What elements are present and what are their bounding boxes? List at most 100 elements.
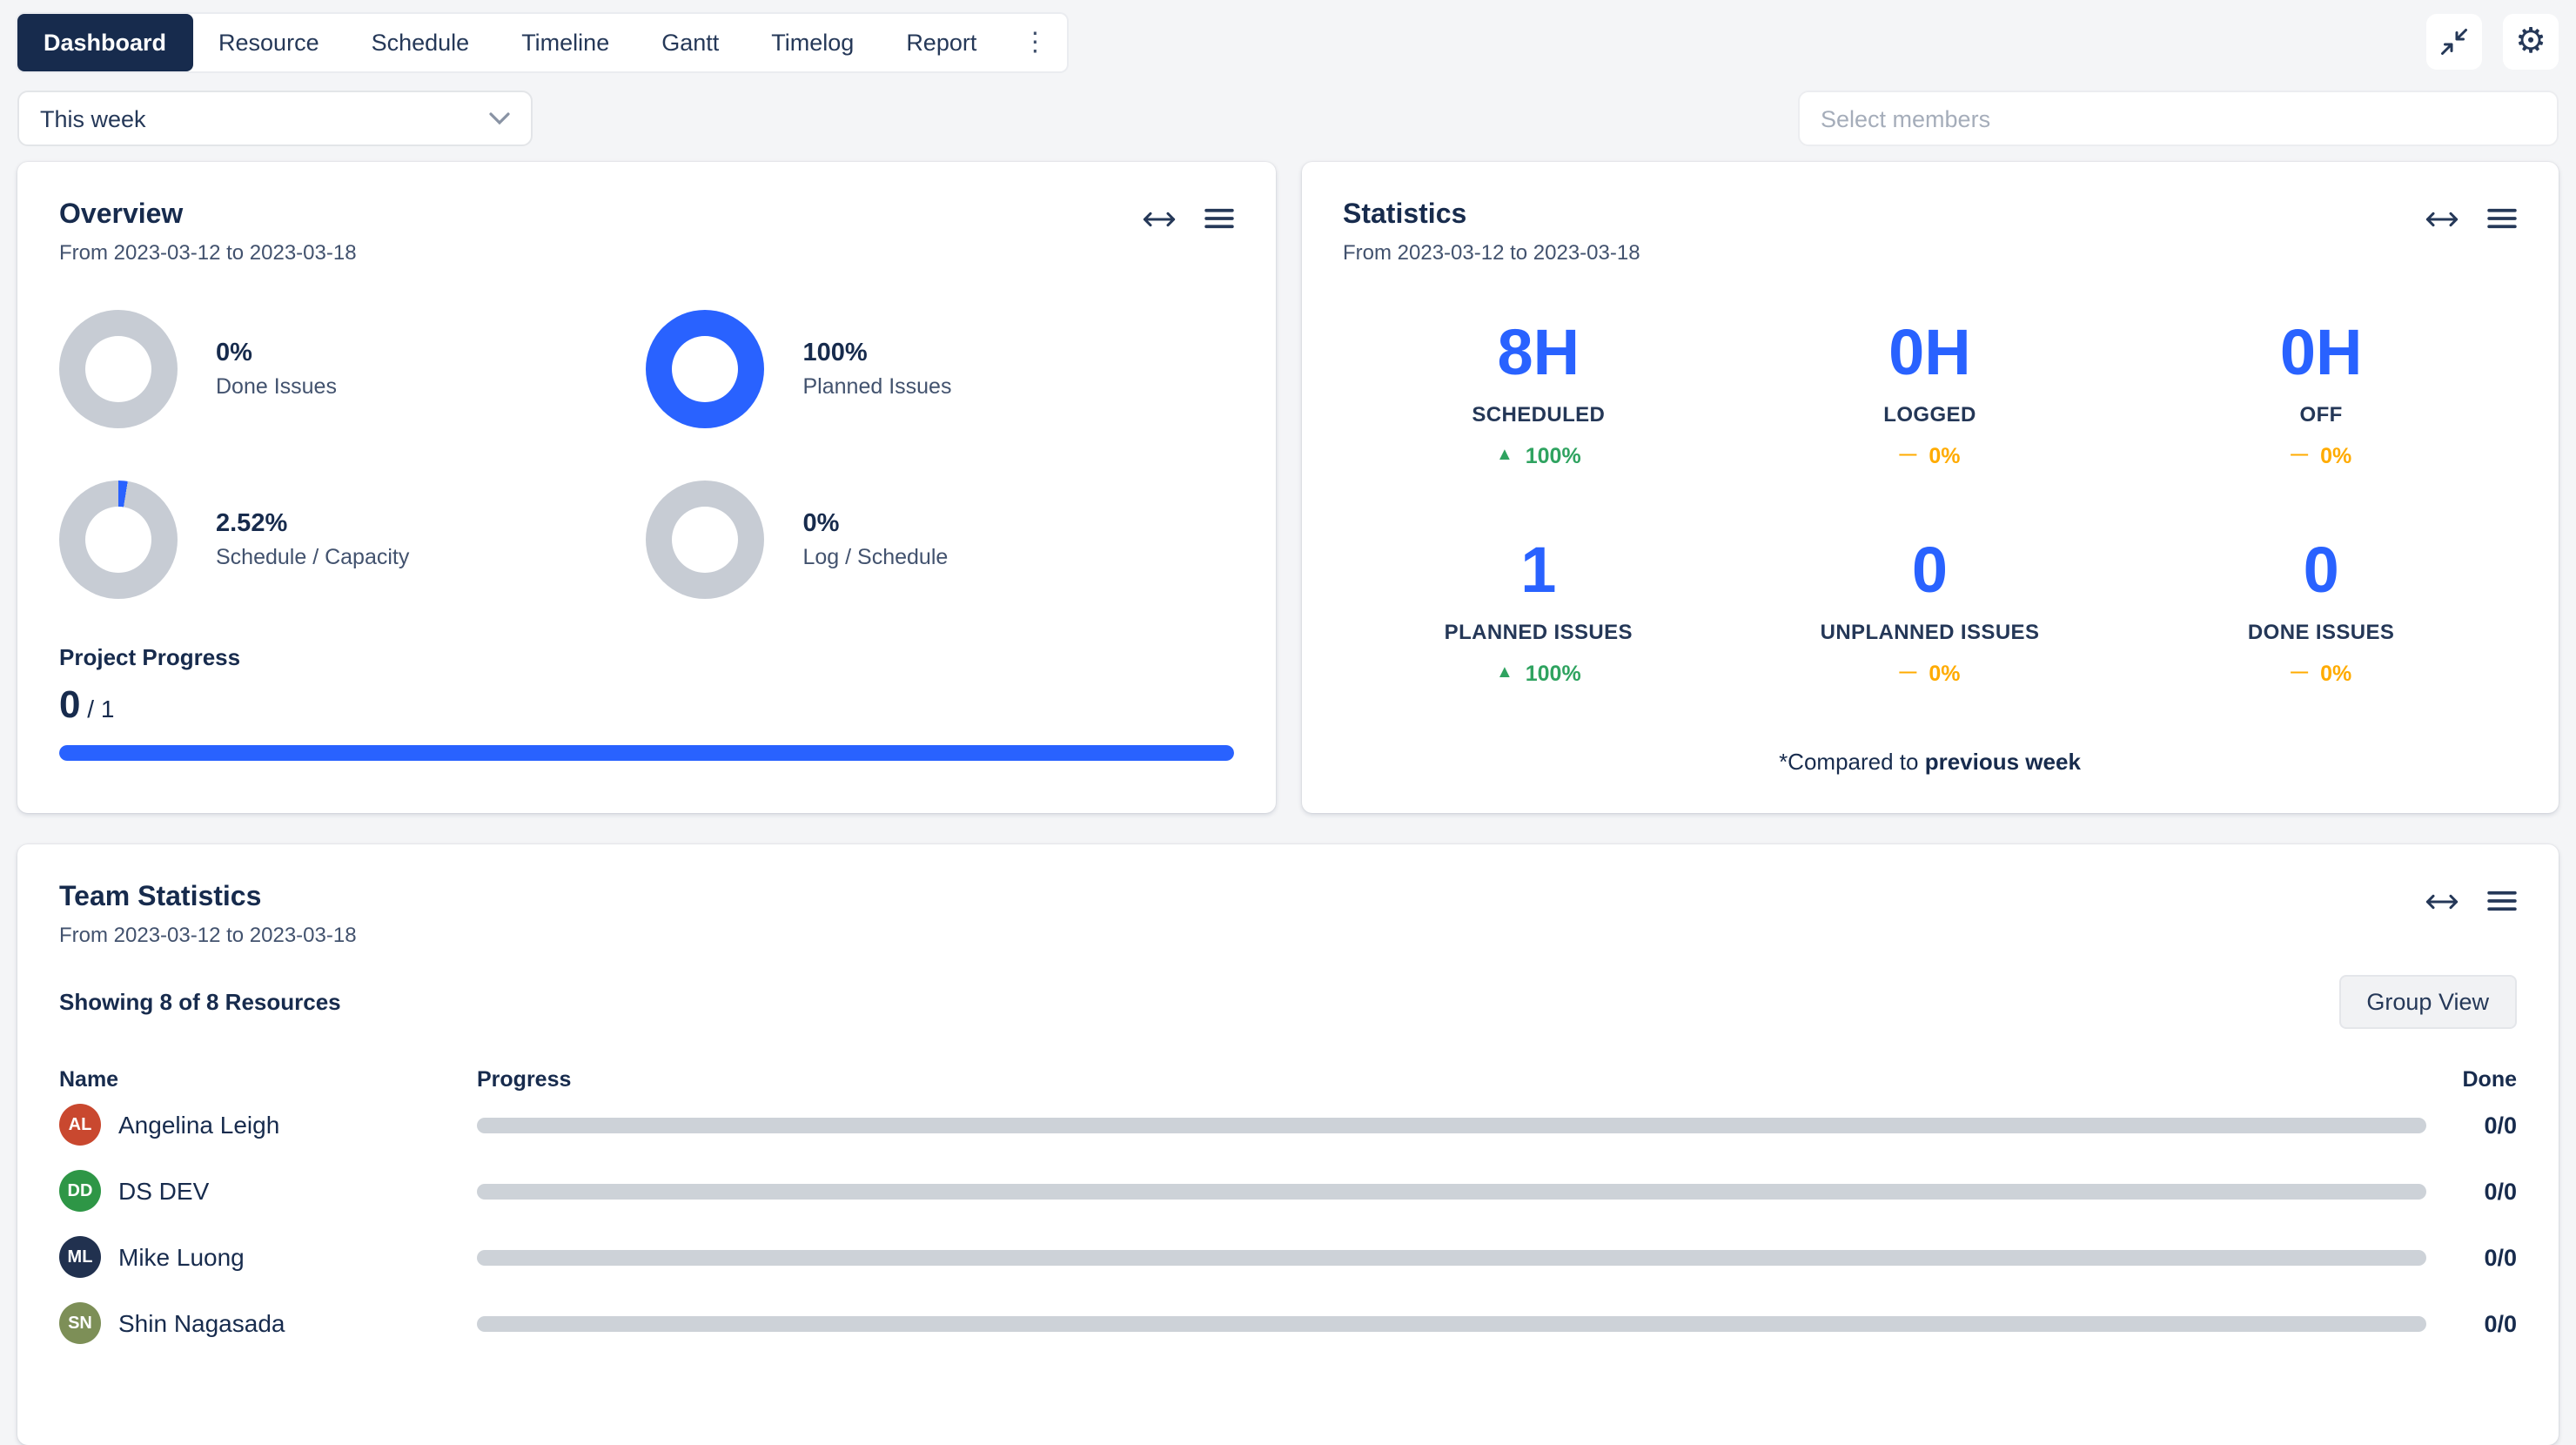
donut-value: 100% xyxy=(803,339,952,367)
gear-icon: ⚙ xyxy=(2515,24,2546,59)
tab-resource[interactable]: Resource xyxy=(192,13,345,71)
tab-dashboard[interactable]: Dashboard xyxy=(17,13,192,71)
donut-chart xyxy=(647,310,765,428)
filter-row: This week xyxy=(0,75,2576,162)
column-progress: Progress xyxy=(477,1067,2447,1092)
collapse-icon[interactable] xyxy=(2426,14,2482,70)
statistics-grid: 8H SCHEDULED ▲ 100% 0H LOGGED — 0% xyxy=(1343,320,2517,685)
donut-label: Planned Issues xyxy=(803,374,952,399)
project-progress: Project Progress 0 / 1 xyxy=(59,644,1233,761)
stat-unplanned-issues: 0 UNPLANNED ISSUES — 0% xyxy=(1734,538,2126,686)
dashboard-page: Dashboard Resource Schedule Timeline Gan… xyxy=(0,0,2576,1365)
trend-up-icon: ▲ xyxy=(1496,664,1513,682)
stat-done-issues: 0 DONE ISSUES — 0% xyxy=(2125,538,2517,686)
period-select[interactable]: This week xyxy=(17,91,533,146)
nav-tab-group: Dashboard Resource Schedule Timeline Gan… xyxy=(17,13,1067,71)
resource-progress-bar xyxy=(477,1183,2426,1199)
statistics-card: Statistics From 2023-03-12 to 2023-03-18… xyxy=(1301,162,2559,813)
stat-label: DONE ISSUES xyxy=(2125,619,2517,643)
stat-value: 0 xyxy=(2125,538,2517,606)
resource-name: Mike Luong xyxy=(118,1243,245,1271)
stat-delta: — 0% xyxy=(1734,661,2126,685)
top-nav: Dashboard Resource Schedule Timeline Gan… xyxy=(0,0,2576,75)
stat-delta: ▲ 100% xyxy=(1343,444,1734,468)
stat-value: 0H xyxy=(2125,320,2517,388)
tab-timelog[interactable]: Timelog xyxy=(745,13,880,71)
table-row: AL Angelina Leigh 0/0 xyxy=(59,1092,2517,1158)
expand-icon[interactable] xyxy=(1141,208,1176,229)
stat-value: 1 xyxy=(1343,538,1734,606)
stat-label: LOGGED xyxy=(1734,402,2126,427)
statistics-date-range: From 2023-03-12 to 2023-03-18 xyxy=(1343,240,1640,265)
stat-planned-issues: 1 PLANNED ISSUES ▲ 100% xyxy=(1343,538,1734,686)
overview-card: Overview From 2023-03-12 to 2023-03-18 xyxy=(17,162,1275,813)
stat-delta: — 0% xyxy=(1734,444,2126,468)
stat-value: 8H xyxy=(1343,320,1734,388)
top-cards: Overview From 2023-03-12 to 2023-03-18 xyxy=(0,162,2576,813)
tab-timeline[interactable]: Timeline xyxy=(495,13,635,71)
column-name: Name xyxy=(59,1067,477,1092)
resource-name: Angelina Leigh xyxy=(118,1111,279,1139)
resource-name: DS DEV xyxy=(118,1177,209,1205)
card-menu-icon[interactable] xyxy=(2487,207,2517,230)
card-menu-icon[interactable] xyxy=(2487,890,2517,912)
overview-date-range: From 2023-03-12 to 2023-03-18 xyxy=(59,240,357,265)
donut-label: Done Issues xyxy=(216,374,337,399)
team-date-range: From 2023-03-12 to 2023-03-18 xyxy=(59,923,357,947)
donut-done-issues: 0% Done Issues xyxy=(59,310,647,428)
avatar: DD xyxy=(59,1170,101,1212)
stat-off: 0H OFF — 0% xyxy=(2125,320,2517,468)
top-right-icons: ⚙ xyxy=(2426,14,2559,70)
trend-flat-icon: — xyxy=(1899,447,1916,465)
stat-logged: 0H LOGGED — 0% xyxy=(1734,320,2126,468)
stat-value: 0 xyxy=(1734,538,2126,606)
stat-label: OFF xyxy=(2125,402,2517,427)
collapse-arrows-icon xyxy=(2438,26,2470,57)
footnote-bold: previous week xyxy=(1925,748,2081,774)
group-view-button[interactable]: Group View xyxy=(2338,975,2517,1029)
donut-log-schedule: 0% Log / Schedule xyxy=(647,481,1234,599)
settings-button[interactable]: ⚙ xyxy=(2503,14,2559,70)
resource-done-count: 0/0 xyxy=(2447,1244,2517,1270)
stat-value: 0H xyxy=(1734,320,2126,388)
avatar: SN xyxy=(59,1302,101,1344)
delta-value: 0% xyxy=(2320,444,2351,468)
table-row: SN Shin Nagasada 0/0 xyxy=(59,1290,2517,1356)
table-row: ML Mike Luong 0/0 xyxy=(59,1224,2517,1290)
tab-report[interactable]: Report xyxy=(880,13,1003,71)
delta-value: 0% xyxy=(2320,661,2351,685)
resource-done-count: 0/0 xyxy=(2447,1178,2517,1204)
team-statistics-card: Team Statistics From 2023-03-12 to 2023-… xyxy=(17,844,2559,1445)
trend-flat-icon: — xyxy=(1899,664,1916,682)
resource-progress-bar xyxy=(477,1249,2426,1265)
donut-value: 2.52% xyxy=(216,510,409,538)
donut-label: Schedule / Capacity xyxy=(216,545,409,569)
delta-value: 0% xyxy=(1929,661,1960,685)
resource-done-count: 0/0 xyxy=(2447,1112,2517,1138)
tab-gantt[interactable]: Gantt xyxy=(635,13,745,71)
donut-schedule-capacity: 2.52% Schedule / Capacity xyxy=(59,481,647,599)
chevron-down-icon xyxy=(489,111,510,125)
donut-chart xyxy=(59,310,178,428)
expand-icon[interactable] xyxy=(2425,208,2459,229)
team-table-header: Name Progress Done xyxy=(59,1067,2517,1092)
select-members-input[interactable] xyxy=(1798,91,2559,146)
expand-icon[interactable] xyxy=(2425,891,2459,911)
resource-name: Shin Nagasada xyxy=(118,1309,285,1337)
donut-planned-issues: 100% Planned Issues xyxy=(647,310,1234,428)
card-menu-icon[interactable] xyxy=(1204,207,1233,230)
avatar: ML xyxy=(59,1236,101,1278)
more-tabs-icon[interactable]: ⋮ xyxy=(1003,14,1067,70)
donut-value: 0% xyxy=(216,339,337,367)
stat-delta: ▲ 100% xyxy=(1343,661,1734,685)
period-select-value: This week xyxy=(40,105,146,131)
stat-label: PLANNED ISSUES xyxy=(1343,619,1734,643)
overview-donut-grid: 0% Done Issues 100% Planned Issues 2.52% xyxy=(59,310,1233,599)
table-row: DD DS DEV 0/0 xyxy=(59,1158,2517,1224)
resource-done-count: 0/0 xyxy=(2447,1310,2517,1336)
progress-total: / 1 xyxy=(81,695,115,722)
tab-schedule[interactable]: Schedule xyxy=(345,13,496,71)
resource-progress-bar xyxy=(477,1117,2426,1132)
avatar: AL xyxy=(59,1104,101,1146)
project-progress-label: Project Progress xyxy=(59,644,1233,670)
